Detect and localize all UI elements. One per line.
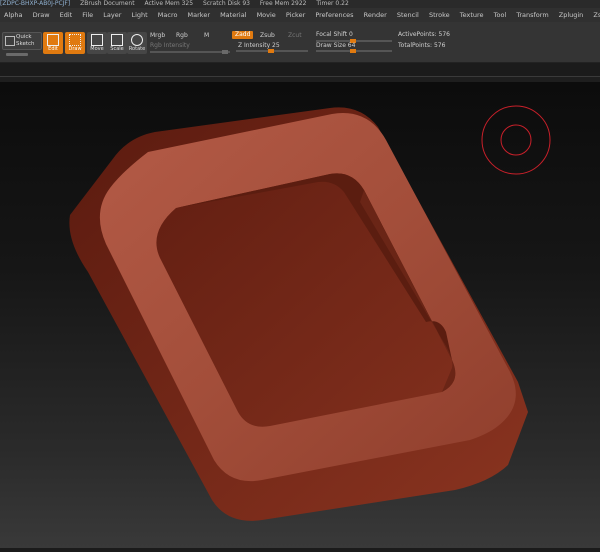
draw-label: Draw	[68, 46, 82, 52]
menu-texture[interactable]: Texture	[456, 8, 488, 22]
title-free-mem: Free Mem 2922	[259, 0, 307, 7]
sketch-icon	[5, 36, 15, 46]
draw-size-label: Draw Size 64	[316, 42, 356, 49]
z-intensity-knob[interactable]	[268, 49, 274, 53]
quick-sketch-label-2: Sketch	[16, 41, 35, 47]
move-label: Move	[90, 46, 104, 52]
menu-draw[interactable]: Draw	[29, 8, 54, 22]
edit-icon	[47, 34, 59, 46]
zcut-button[interactable]: Zcut	[288, 32, 302, 39]
menu-light[interactable]: Light	[127, 8, 151, 22]
quick-sketch-button[interactable]: Quick Sketch	[2, 32, 42, 50]
scale-label: Scale	[110, 46, 124, 52]
menu-stroke[interactable]: Stroke	[425, 8, 454, 22]
menu-zplugin[interactable]: Zplugin	[555, 8, 588, 22]
menu-macro[interactable]: Macro	[154, 8, 182, 22]
title-active-mem: Active Mem 325	[144, 0, 194, 7]
menu-movie[interactable]: Movie	[253, 8, 280, 22]
title-timer: Timer 0.22	[316, 0, 349, 7]
menu-preferences[interactable]: Preferences	[311, 8, 357, 22]
draw-icon	[69, 34, 81, 46]
edit-label: Edit	[48, 46, 58, 52]
menu-alpha[interactable]: Alpha	[0, 8, 26, 22]
menu-material[interactable]: Material	[216, 8, 250, 22]
title-bar: [ZDPC-BHXP-AB0J-PCJF] ZBrush Document Ac…	[0, 0, 600, 8]
zadd-button[interactable]: Zadd	[232, 31, 254, 39]
menu-render[interactable]: Render	[360, 8, 391, 22]
rgb-intensity-slider[interactable]	[150, 50, 230, 54]
title-document: ZBrush Document	[80, 0, 135, 7]
title-scratch-disk: Scratch Disk 93	[202, 0, 250, 7]
brush-cursor	[481, 105, 551, 175]
scale-button[interactable]: Scale	[107, 32, 127, 54]
total-points-readout: TotalPoints: 576	[398, 42, 446, 49]
z-intensity-slider[interactable]	[236, 49, 308, 53]
menu-layer[interactable]: Layer	[99, 8, 125, 22]
move-icon	[91, 34, 103, 46]
move-button[interactable]: Move	[87, 32, 107, 54]
rgb-intensity-knob[interactable]	[222, 50, 228, 54]
canvas-svg	[69, 105, 551, 521]
menu-bar: Alpha Draw Edit File Layer Light Macro M…	[0, 8, 600, 22]
mrgb-button[interactable]: Mrgb	[150, 32, 165, 39]
m-button[interactable]: M	[204, 32, 209, 39]
title-id: [ZDPC-BHXP-AB0J-PCJF]	[0, 0, 71, 7]
focal-shift-label: Focal Shift 0	[316, 31, 353, 38]
menu-transform[interactable]: Transform	[512, 8, 552, 22]
z-intensity-label: Z Intensity 25	[238, 42, 280, 49]
brush-cursor-inner-ring	[500, 124, 532, 156]
rotate-label: Rotate	[128, 46, 146, 52]
draw-size-slider[interactable]	[316, 49, 392, 53]
menu-picker[interactable]: Picker	[282, 8, 309, 22]
menu-zscript[interactable]: Zscript	[589, 8, 600, 22]
canvas-viewport[interactable]	[0, 82, 600, 548]
menu-tool[interactable]: Tool	[490, 8, 511, 22]
draw-button[interactable]: Draw	[65, 32, 85, 54]
ring-model[interactable]	[69, 107, 528, 521]
rotate-button[interactable]: Rotate	[127, 32, 147, 54]
quick-sketch-label-1: Quick	[16, 34, 32, 40]
brush-cursor-outer-ring	[481, 105, 551, 175]
menu-stencil[interactable]: Stencil	[393, 8, 423, 22]
rotate-icon	[131, 34, 143, 46]
menu-edit[interactable]: Edit	[56, 8, 77, 22]
rgb-intensity-label: Rgb Intensity	[150, 42, 190, 49]
shelf-scroll-handle[interactable]	[6, 53, 28, 56]
zsub-button[interactable]: Zsub	[260, 32, 275, 39]
edit-button[interactable]: Edit	[43, 32, 63, 54]
menu-file[interactable]: File	[78, 8, 97, 22]
menu-marker[interactable]: Marker	[184, 8, 214, 22]
scale-icon	[111, 34, 123, 46]
top-shelf: Quick Sketch Edit Draw Move Scale Rotate …	[0, 22, 600, 63]
active-points-readout: ActivePoints: 576	[398, 31, 450, 38]
rgb-button[interactable]: Rgb	[176, 32, 188, 39]
draw-size-knob[interactable]	[350, 49, 356, 53]
